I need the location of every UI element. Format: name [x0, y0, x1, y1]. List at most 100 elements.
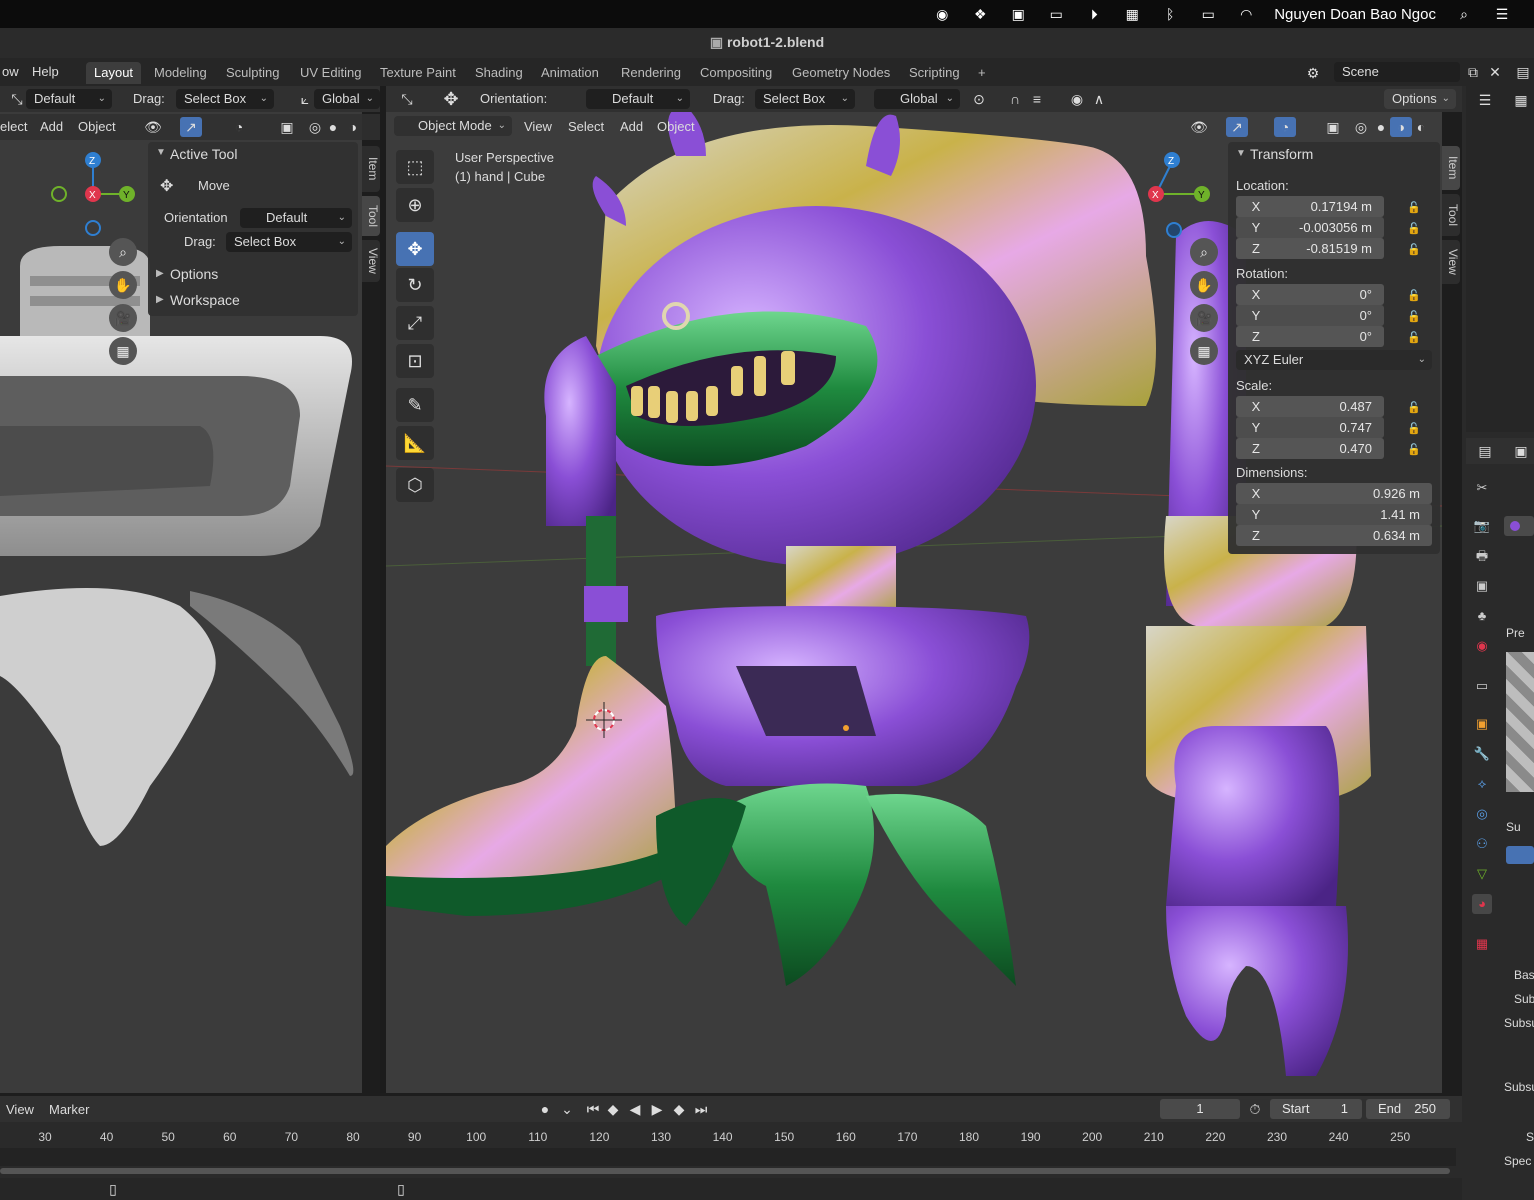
wifi-icon[interactable]: ◠	[1236, 6, 1256, 22]
jump-start-icon[interactable]: ⏮	[582, 1099, 604, 1119]
lock-icon[interactable]: 🔓	[1406, 221, 1422, 237]
data-props-icon[interactable]: ▽	[1472, 864, 1492, 884]
snap-magnet-icon[interactable]: ∩	[1004, 89, 1026, 109]
view-layer-icon[interactable]: ▤	[1512, 62, 1534, 82]
material-shading-icon[interactable]: ◑	[342, 117, 364, 137]
transform-pivot-icon[interactable]: ✥	[440, 89, 462, 109]
lock-icon[interactable]: 🔓	[1406, 200, 1422, 216]
scale-x-field[interactable]: X 0.487	[1236, 396, 1384, 417]
add-cube-tool[interactable]: ⬡	[396, 468, 434, 502]
active-tool-header[interactable]: Active Tool	[170, 146, 237, 162]
collapse-icon[interactable]: ▼	[156, 147, 166, 158]
transform-title[interactable]: Transform	[1250, 146, 1313, 162]
measure-tool[interactable]: 📐	[396, 426, 434, 460]
vp-grid-icon[interactable]: ▦	[1190, 337, 1218, 365]
left-drag-dropdown[interactable]: Select Box ⌄	[176, 89, 274, 109]
rotation-y-field[interactable]: Y 0°	[1236, 305, 1384, 326]
preview-range-icon[interactable]: ⏱	[1244, 1099, 1266, 1119]
vp-orientation-dropdown[interactable]: Default ⌄	[586, 89, 690, 109]
scale-y-field[interactable]: Y 0.747	[1236, 417, 1384, 438]
location-x-field[interactable]: X 0.17194 m	[1236, 196, 1384, 217]
dimensions-x-field[interactable]: X 0.926 m	[1236, 483, 1432, 504]
material-props-icon[interactable]: ◕	[1472, 894, 1492, 914]
bluetooth-icon[interactable]: ᛒ	[1160, 6, 1180, 22]
search-icon[interactable]: ⌕	[1454, 6, 1474, 22]
vp-overlay-icon[interactable]: ◔	[1274, 117, 1296, 137]
vp-solid-icon[interactable]: ●	[1370, 117, 1392, 137]
rotate-tool[interactable]: ↻	[396, 268, 434, 302]
tool-orientation-dropdown[interactable]: Default ⌄	[240, 208, 352, 228]
scene-icon[interactable]: ⚙	[1302, 63, 1324, 83]
vp-zoom-icon[interactable]: ⌕	[1190, 238, 1218, 266]
vp-pan-hand-icon[interactable]: ✋	[1190, 271, 1218, 299]
delete-scene-icon[interactable]: ✕	[1484, 62, 1506, 82]
annotate-tool[interactable]: ✎	[396, 388, 434, 422]
workspace-header[interactable]: Workspace	[170, 292, 240, 308]
select-box-tool[interactable]: ⬚	[396, 150, 434, 184]
outliner-display-icon[interactable]: ▦	[1510, 90, 1532, 110]
lock-icon[interactable]: 🔓	[1406, 421, 1422, 437]
options-expand-icon[interactable]: ▶	[156, 268, 164, 279]
vp-xray-icon[interactable]: ▣	[1322, 117, 1344, 137]
timeline-menu-marker[interactable]: Marker	[49, 1102, 89, 1117]
surface-button[interactable]	[1506, 846, 1534, 864]
move-tool[interactable]: ✥	[396, 232, 434, 266]
tab-modeling[interactable]: Modeling	[146, 62, 215, 84]
display-icon[interactable]: ▣	[1008, 6, 1028, 22]
cursor-tool[interactable]: ⊕	[396, 188, 434, 222]
lock-icon[interactable]: 🔓	[1406, 242, 1422, 258]
solid-shading-icon[interactable]: ●	[322, 117, 344, 137]
physics-props-icon[interactable]: ◎	[1472, 804, 1492, 824]
jump-end-icon[interactable]: ⏭	[690, 1099, 712, 1119]
vp-menu-select[interactable]: Select	[568, 119, 604, 134]
output-props-icon[interactable]: 🖶	[1472, 546, 1492, 566]
prev-keyframe-icon[interactable]: ◆	[602, 1099, 624, 1119]
scale-tool[interactable]: ⤢	[396, 306, 434, 340]
record-icon[interactable]: ●	[534, 1099, 556, 1119]
vp-visibility-icon[interactable]: 👁	[1188, 117, 1210, 137]
vp-menu-view[interactable]: View	[524, 119, 552, 134]
add-workspace-button[interactable]: +	[970, 62, 994, 84]
right-sidetab-item[interactable]: Item	[1442, 146, 1460, 190]
left-sidetab-view[interactable]: View	[362, 240, 380, 282]
camera-view-icon[interactable]: 🎥	[109, 304, 137, 332]
rotation-z-field[interactable]: Z 0°	[1236, 326, 1384, 347]
location-y-field[interactable]: Y -0.003056 m	[1236, 217, 1384, 238]
play-reverse-icon[interactable]: ◀	[624, 1099, 646, 1119]
collection-props-icon[interactable]: ▭	[1472, 676, 1492, 696]
user-name[interactable]: Nguyen Doan Bao Ngoc	[1274, 6, 1436, 23]
vp-gizmo-icon[interactable]: ↗	[1226, 117, 1248, 137]
right-sidetab-tool[interactable]: Tool	[1442, 194, 1460, 236]
end-frame-field[interactable]: End 250	[1366, 1099, 1450, 1119]
editor-type-icon[interactable]: ⤡	[396, 89, 418, 109]
next-keyframe-icon[interactable]: ◆	[668, 1099, 690, 1119]
vp-wireframe-icon[interactable]: ◎	[1350, 117, 1372, 137]
xray-icon[interactable]: ▣	[276, 117, 298, 137]
snap-settings-icon[interactable]: ≡	[1026, 89, 1048, 109]
left-menu-object[interactable]: Object	[78, 119, 116, 134]
render-props-icon[interactable]: 📷	[1472, 516, 1492, 536]
menu-help[interactable]: Help	[32, 64, 59, 79]
vp-rendered-icon[interactable]: ◐	[1410, 117, 1432, 137]
options-dropdown[interactable]: Options ⌄	[1384, 89, 1456, 109]
tab-animation[interactable]: Animation	[533, 62, 607, 84]
vp-menu-add[interactable]: Add	[620, 119, 643, 134]
play-icon[interactable]: ▶	[646, 1099, 668, 1119]
keying-dropdown-icon[interactable]: ⌄	[556, 1099, 578, 1119]
left-orientation-dropdown[interactable]: Default ⌄	[26, 89, 112, 109]
lock-icon[interactable]: 🔓	[1406, 330, 1422, 346]
battery-icon[interactable]: ▭	[1198, 6, 1218, 22]
timeline-track[interactable]	[0, 1148, 1456, 1166]
left-sidetab-tool[interactable]: Tool	[362, 196, 380, 236]
surface-header[interactable]: Su	[1506, 820, 1521, 834]
window-icon[interactable]: ▭	[1046, 6, 1066, 22]
tab-geometry-nodes[interactable]: Geometry Nodes	[784, 62, 898, 84]
app-icon[interactable]: ▦	[1122, 6, 1142, 22]
scene-selector[interactable]: Scene	[1334, 62, 1460, 82]
pivot-point-icon[interactable]: ⊙	[968, 89, 990, 109]
new-scene-icon[interactable]: ⧉	[1462, 62, 1484, 82]
left-transform-dropdown[interactable]: Global ⌄	[314, 89, 380, 109]
tab-scripting[interactable]: Scripting	[901, 62, 968, 84]
scene-props-icon[interactable]: ♣	[1472, 606, 1492, 626]
lock-icon[interactable]: 🔓	[1406, 309, 1422, 325]
